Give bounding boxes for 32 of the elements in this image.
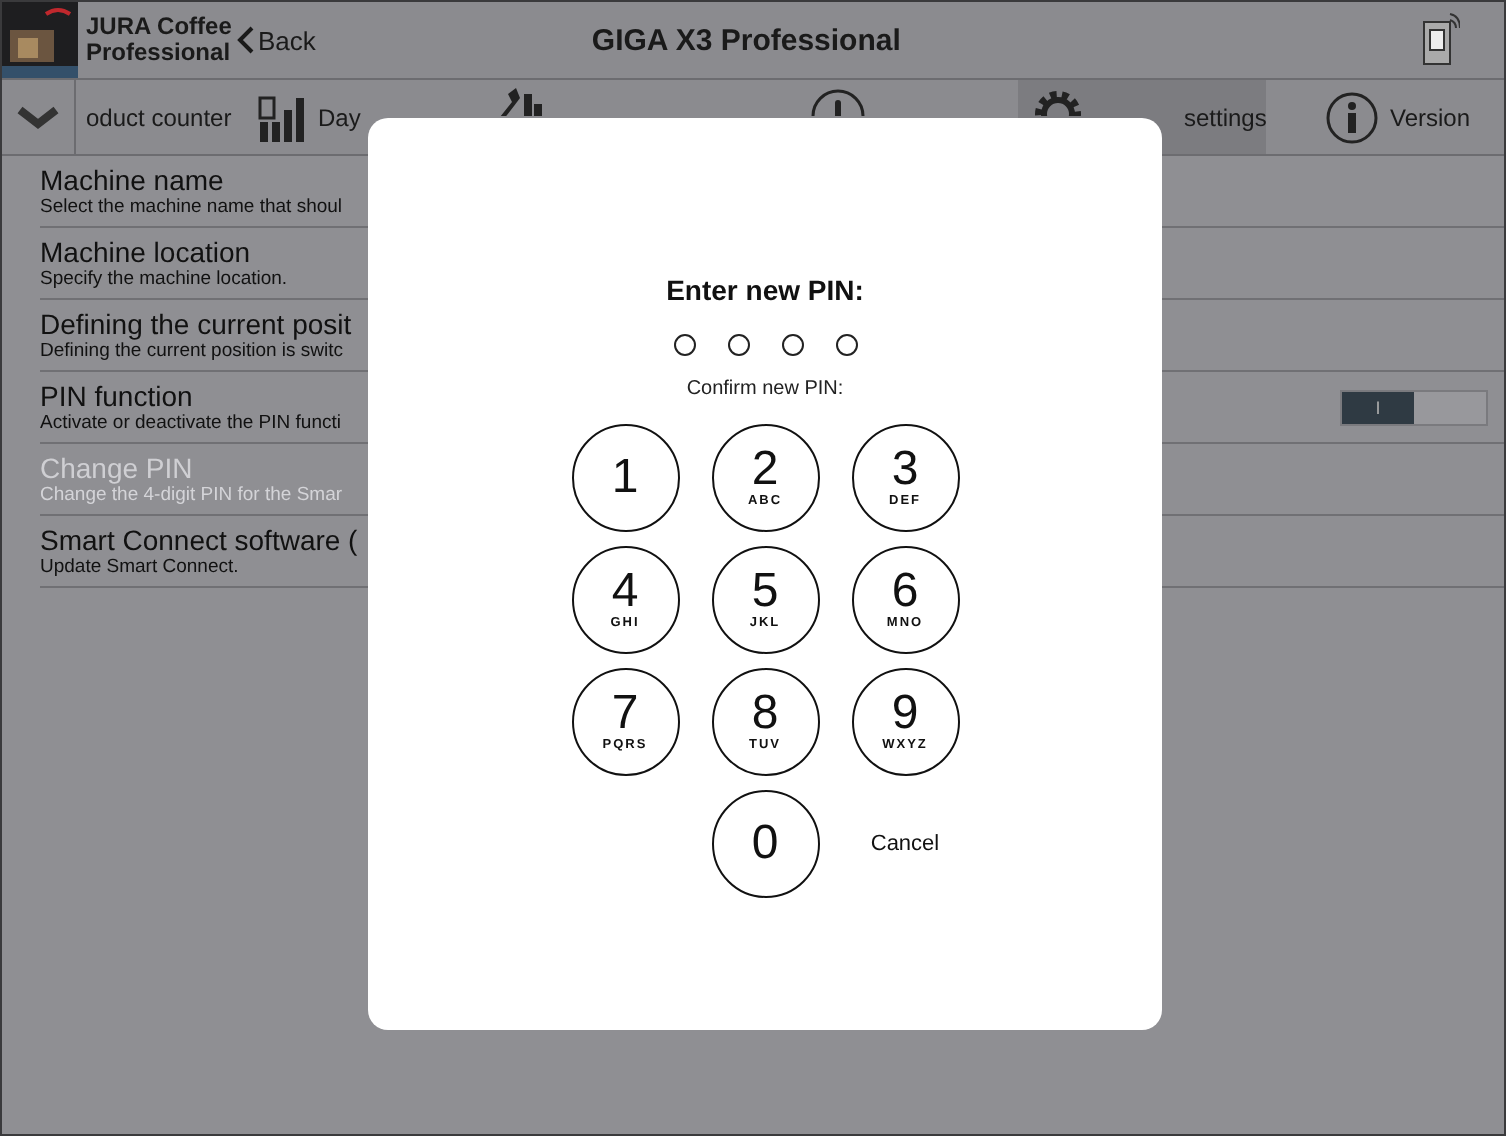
cancel-button[interactable]: Cancel: [870, 832, 940, 856]
chevron-down-icon: [16, 105, 60, 129]
toolbar-tab[interactable]: Day: [246, 80, 466, 154]
gear-icon: [1032, 88, 1084, 116]
toggle-switch[interactable]: I: [1340, 389, 1488, 425]
app-name: JURA Coffee Professional: [86, 14, 234, 66]
info-icon: [1326, 91, 1378, 143]
setting-description: Change the 4-digit PIN for the Smar: [40, 483, 343, 505]
exclamation-icon: [810, 88, 866, 116]
setting-description: Specify the machine location.: [40, 267, 288, 289]
toolbar-tab[interactable]: Version: [1266, 80, 1504, 154]
window-title: GIGA X3 Professional: [591, 23, 901, 57]
setting-description: Select the machine name that shoul: [40, 195, 343, 217]
setting-title: Defining the current posit: [40, 309, 352, 339]
setting-description: Defining the current position is switc: [40, 339, 344, 361]
setting-description: Activate or deactivate the PIN functi: [40, 411, 341, 433]
setting-description: Update Smart Connect.: [40, 555, 239, 577]
back-button[interactable]: Back: [236, 25, 316, 55]
bar-chart-icon: [258, 93, 306, 141]
dialog-title: Enter new PIN:: [666, 274, 864, 306]
toolbar-tab[interactable]: oduct counter: [76, 80, 246, 154]
keypad-key[interactable]: 1: [571, 424, 679, 532]
setting-title: Machine location: [40, 237, 251, 267]
setting-title: Change PIN: [40, 453, 193, 483]
device-wifi-icon[interactable]: [1420, 12, 1460, 68]
logo-icon: [2, 2, 78, 78]
setting-title: PIN function: [40, 381, 193, 411]
chevron-left-icon: [236, 26, 254, 54]
confirm-label: Confirm new PIN:: [686, 378, 844, 400]
setting-title: Smart Connect software (: [40, 525, 358, 555]
setting-title: Machine name: [40, 165, 224, 195]
keypad-key[interactable]: 0: [711, 790, 819, 898]
